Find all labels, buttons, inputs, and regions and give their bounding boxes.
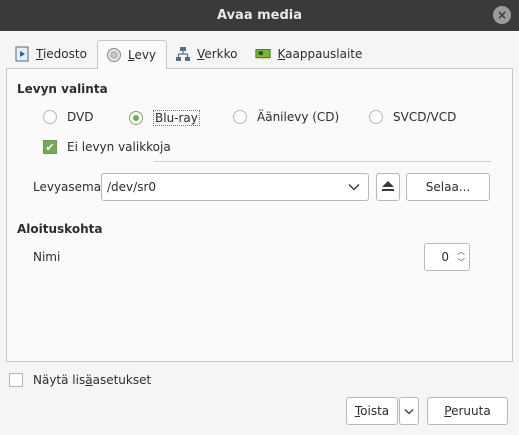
spinbox-value: 0: [441, 250, 449, 264]
disc-tab-panel: Levyn valinta DVD Blu-ray Äänilevy (CD) …: [6, 68, 513, 362]
device-value: /dev/sr0: [107, 180, 157, 194]
radio-label: Äänilevy (CD): [257, 110, 340, 124]
disc-icon: [106, 47, 122, 63]
disc-selection-title: Levyn valinta: [17, 82, 108, 96]
start-position-title: Aloituskohta: [17, 222, 103, 236]
tab-bar: Tiedosto Levy Verkko Kaappauslaite: [6, 40, 372, 69]
tab-kaappauslaite[interactable]: Kaappauslaite: [247, 40, 372, 68]
title-bar: Avaa media ×: [0, 0, 519, 31]
checkmark-icon: ✔: [43, 140, 57, 154]
tab-verkko[interactable]: Verkko: [167, 40, 247, 68]
radio-label: DVD: [67, 110, 94, 124]
radio-indicator: [369, 110, 383, 124]
title-number-spinbox[interactable]: 0 ︿ ﹀: [424, 243, 470, 271]
tab-levy[interactable]: Levy: [96, 40, 168, 69]
show-advanced-options-checkbox[interactable]: Näytä lisäasetukset: [9, 373, 151, 387]
device-label: Levyasema: [33, 180, 102, 194]
play-button[interactable]: Toista: [346, 397, 398, 425]
radio-svcd-vcd[interactable]: SVCD/VCD: [369, 110, 456, 124]
chevron-down-icon: [404, 404, 414, 418]
checkbox-label: Näytä lisäasetukset: [33, 373, 152, 387]
radio-label: SVCD/VCD: [393, 110, 457, 124]
window-title: Avaa media: [216, 8, 303, 23]
radio-audio-cd[interactable]: Äänilevy (CD): [233, 110, 339, 124]
checkbox-label: Ei levyn valikkoja: [67, 140, 171, 154]
device-combo[interactable]: /dev/sr0: [101, 173, 369, 201]
play-options-dropdown[interactable]: [399, 397, 419, 425]
chevron-up-icon[interactable]: ︿: [457, 246, 465, 257]
checkbox-indicator: [9, 373, 23, 387]
chevron-down-icon[interactable]: ﹀: [457, 257, 465, 268]
title-number-label: Nimi: [33, 250, 61, 264]
cancel-button[interactable]: Peruuta: [427, 397, 508, 425]
close-button[interactable]: ×: [493, 6, 511, 24]
browse-button[interactable]: Selaa...: [406, 173, 490, 201]
radio-indicator: [129, 111, 143, 125]
capture-card-icon: [255, 46, 272, 62]
eject-button[interactable]: [376, 173, 400, 201]
radio-indicator: [43, 110, 57, 124]
separator: [154, 161, 491, 162]
tab-tiedosto[interactable]: Tiedosto: [6, 40, 97, 68]
network-icon: [175, 46, 191, 62]
chevron-down-icon: [340, 183, 368, 191]
radio-bluray[interactable]: Blu-ray: [129, 110, 200, 126]
close-icon: ×: [496, 8, 508, 22]
eject-icon: [381, 180, 395, 195]
radio-label: Blu-ray: [153, 110, 200, 126]
file-play-icon: [14, 46, 30, 62]
radio-dvd[interactable]: DVD: [43, 110, 93, 124]
radio-indicator: [233, 110, 247, 124]
no-disc-menus-checkbox[interactable]: ✔ Ei levyn valikkoja: [43, 140, 171, 154]
